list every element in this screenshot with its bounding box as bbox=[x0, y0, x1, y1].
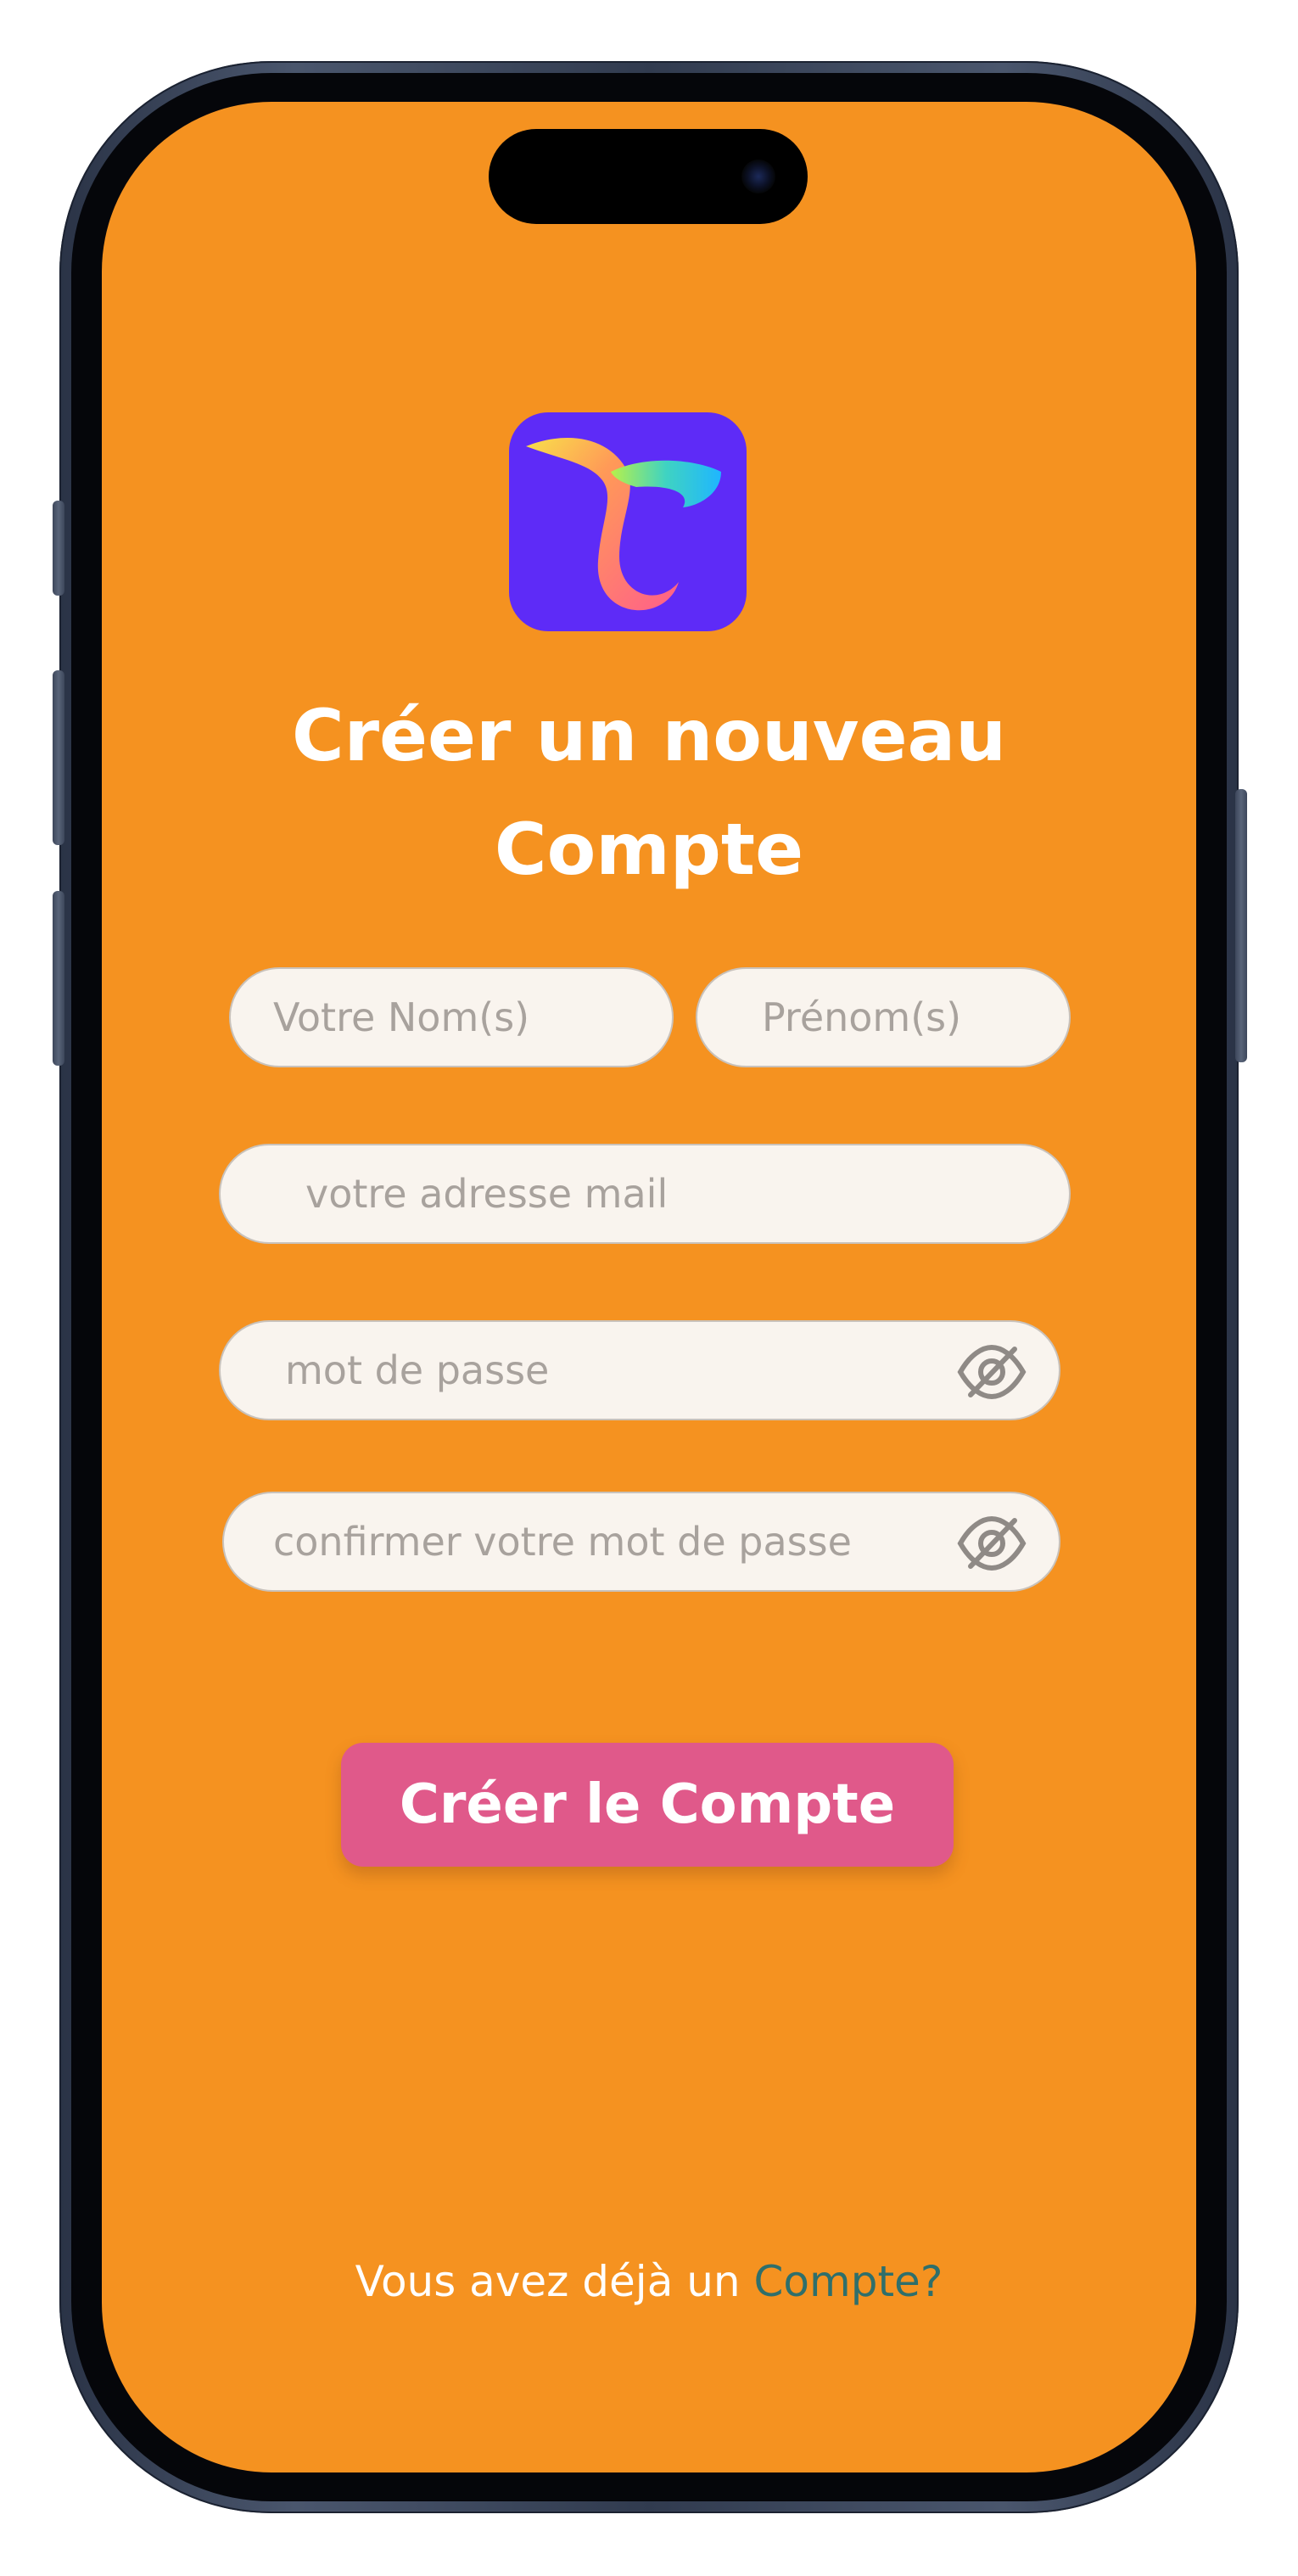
email-input[interactable] bbox=[221, 1145, 1069, 1243]
page-title-line2: Compte bbox=[494, 808, 804, 891]
action-button bbox=[53, 501, 64, 596]
login-prompt: Vous avez déjà un Compte? bbox=[0, 2257, 1298, 2306]
password-input[interactable] bbox=[221, 1321, 1059, 1420]
last-name-input[interactable] bbox=[231, 968, 672, 1067]
volume-down-button bbox=[53, 891, 64, 1066]
last-name-field[interactable] bbox=[229, 967, 674, 1067]
app-logo-t-icon bbox=[526, 438, 721, 611]
eye-slash-icon[interactable] bbox=[957, 1514, 1027, 1573]
create-account-button[interactable]: Créer le Compte bbox=[341, 1743, 954, 1867]
confirm-password-field[interactable] bbox=[222, 1492, 1060, 1592]
email-field[interactable] bbox=[219, 1144, 1071, 1244]
page-title: Créer un nouveau Compte bbox=[0, 679, 1298, 906]
password-field[interactable] bbox=[219, 1320, 1060, 1420]
front-camera-icon bbox=[741, 160, 775, 193]
confirm-password-input[interactable] bbox=[224, 1492, 1059, 1591]
first-name-input[interactable] bbox=[697, 968, 1069, 1067]
login-prompt-text: Vous avez déjà un bbox=[355, 2257, 754, 2306]
eye-slash-icon[interactable] bbox=[957, 1342, 1027, 1402]
login-link[interactable]: Compte? bbox=[754, 2257, 943, 2306]
dynamic-island bbox=[489, 129, 808, 224]
app-logo bbox=[509, 412, 747, 631]
first-name-field[interactable] bbox=[696, 967, 1071, 1067]
page-title-line1: Créer un nouveau bbox=[291, 694, 1007, 777]
